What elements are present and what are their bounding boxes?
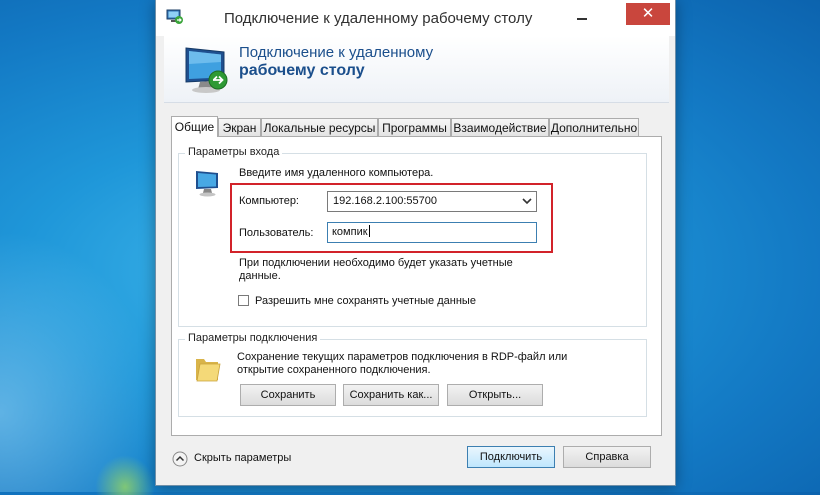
connect-button[interactable]: Подключить — [467, 446, 555, 468]
desktop-glow — [0, 230, 160, 492]
hide-options-label[interactable]: Скрыть параметры — [194, 452, 291, 464]
open-button[interactable]: Открыть... — [447, 384, 543, 406]
connection-group-title: Параметры подключения — [185, 332, 321, 344]
save-as-button[interactable]: Сохранить как... — [343, 384, 439, 406]
tab-display[interactable]: Экран — [218, 118, 261, 136]
remote-desktop-icon — [166, 9, 183, 24]
connection-description-line1: Сохранение текущих параметров подключени… — [237, 351, 568, 363]
connection-settings-group: Параметры подключения Сохранение текущих… — [178, 332, 647, 417]
rdp-window: Подключение к удаленному рабочему столу … — [155, 0, 676, 486]
login-group-title: Параметры входа — [185, 146, 283, 158]
computer-icon — [196, 171, 218, 197]
desktop-leaf-decoration — [95, 455, 155, 495]
connection-description-line2: открытие сохраненного подключения. — [237, 364, 431, 376]
computer-label: Компьютер: — [239, 195, 299, 207]
instruction-text: Введите имя удаленного компьютера. — [239, 167, 434, 179]
computer-combobox[interactable]: 192.168.2.100:55700 — [327, 191, 537, 212]
tab-experience[interactable]: Взаимодействие — [451, 118, 549, 136]
save-credentials-checkbox[interactable] — [238, 295, 249, 306]
text-caret — [368, 225, 370, 237]
save-credentials-label[interactable]: Разрешить мне сохранять учетные данные — [255, 295, 476, 307]
tab-advanced[interactable]: Дополнительно — [549, 118, 639, 136]
folder-icon — [196, 359, 221, 382]
tab-programs[interactable]: Программы — [378, 118, 451, 136]
tab-panel-general: Параметры входа Введите имя удаленного к… — [171, 136, 662, 436]
login-settings-group: Параметры входа Введите имя удаленного к… — [178, 146, 647, 327]
chevron-down-icon[interactable] — [521, 195, 533, 207]
computer-value: 192.168.2.100:55700 — [333, 195, 437, 207]
title-bar[interactable]: Подключение к удаленному рабочему столу … — [156, 0, 675, 36]
help-button[interactable]: Справка — [563, 446, 651, 468]
user-value: компик — [332, 226, 368, 238]
user-label: Пользователь: — [239, 227, 314, 239]
save-button[interactable]: Сохранить — [240, 384, 336, 406]
header-banner: Подключение к удаленному рабочему столу — [164, 36, 669, 103]
user-input[interactable]: компик — [327, 222, 537, 243]
banner-title-line2: рабочему столу — [239, 62, 365, 79]
tab-general[interactable]: Общие — [171, 116, 218, 137]
window-title: Подключение к удаленному рабочему столу — [224, 10, 533, 27]
chevron-up-icon[interactable] — [172, 451, 188, 467]
remote-desktop-monitor-icon — [185, 47, 228, 93]
close-button[interactable]: ✕ — [626, 3, 670, 25]
tab-local-resources[interactable]: Локальные ресурсы — [261, 118, 378, 136]
minimize-icon[interactable] — [567, 4, 597, 24]
credentials-note: При подключении необходимо будет указать… — [239, 257, 513, 282]
banner-title-line1: Подключение к удаленному — [239, 44, 434, 61]
